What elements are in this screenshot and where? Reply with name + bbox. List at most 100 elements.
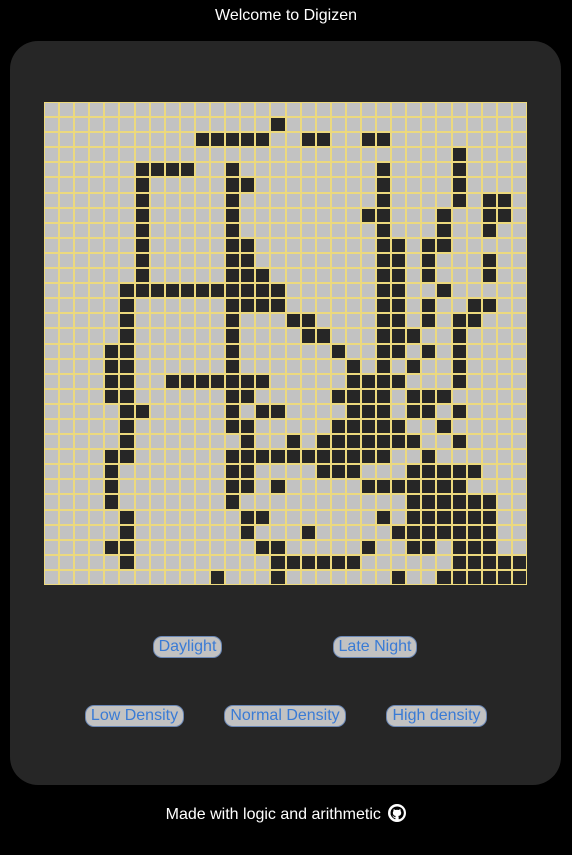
- dead-cell[interactable]: [105, 193, 119, 207]
- dead-cell[interactable]: [286, 495, 300, 509]
- dead-cell[interactable]: [512, 465, 526, 479]
- live-cell[interactable]: [452, 344, 466, 358]
- dead-cell[interactable]: [437, 103, 451, 117]
- dead-cell[interactable]: [60, 495, 74, 509]
- dead-cell[interactable]: [286, 133, 300, 147]
- dead-cell[interactable]: [482, 103, 496, 117]
- live-cell[interactable]: [377, 253, 391, 268]
- live-cell[interactable]: [331, 435, 345, 449]
- live-cell[interactable]: [467, 465, 481, 479]
- dead-cell[interactable]: [195, 359, 210, 373]
- dead-cell[interactable]: [271, 223, 285, 237]
- dead-cell[interactable]: [437, 253, 451, 268]
- dead-cell[interactable]: [180, 178, 194, 192]
- dead-cell[interactable]: [331, 314, 345, 328]
- dead-cell[interactable]: [301, 163, 315, 177]
- live-cell[interactable]: [422, 269, 436, 283]
- dead-cell[interactable]: [467, 435, 481, 449]
- live-cell[interactable]: [331, 465, 345, 479]
- dead-cell[interactable]: [241, 329, 255, 343]
- dead-cell[interactable]: [211, 269, 225, 283]
- live-cell[interactable]: [241, 253, 255, 268]
- dead-cell[interactable]: [195, 314, 210, 328]
- live-cell[interactable]: [135, 163, 149, 177]
- dead-cell[interactable]: [392, 510, 406, 524]
- dead-cell[interactable]: [45, 389, 59, 403]
- dead-cell[interactable]: [331, 540, 345, 554]
- live-cell[interactable]: [422, 344, 436, 358]
- live-cell[interactable]: [120, 435, 134, 449]
- dead-cell[interactable]: [241, 193, 255, 207]
- dead-cell[interactable]: [452, 419, 466, 434]
- live-cell[interactable]: [120, 510, 134, 524]
- dead-cell[interactable]: [346, 299, 360, 313]
- dead-cell[interactable]: [211, 103, 225, 117]
- live-cell[interactable]: [422, 525, 436, 539]
- live-cell[interactable]: [105, 465, 119, 479]
- live-cell[interactable]: [346, 465, 360, 479]
- dead-cell[interactable]: [497, 450, 511, 464]
- dead-cell[interactable]: [437, 435, 451, 449]
- live-cell[interactable]: [452, 540, 466, 554]
- dead-cell[interactable]: [346, 525, 360, 539]
- dead-cell[interactable]: [45, 148, 59, 162]
- dead-cell[interactable]: [60, 148, 74, 162]
- dead-cell[interactable]: [105, 314, 119, 328]
- dead-cell[interactable]: [482, 450, 496, 464]
- dead-cell[interactable]: [150, 118, 164, 132]
- dead-cell[interactable]: [211, 419, 225, 434]
- dead-cell[interactable]: [467, 344, 481, 358]
- dead-cell[interactable]: [180, 269, 194, 283]
- dead-cell[interactable]: [165, 344, 179, 358]
- dead-cell[interactable]: [301, 193, 315, 207]
- dead-cell[interactable]: [346, 495, 360, 509]
- dead-cell[interactable]: [135, 314, 149, 328]
- live-cell[interactable]: [452, 555, 466, 569]
- dead-cell[interactable]: [286, 374, 300, 388]
- dead-cell[interactable]: [165, 419, 179, 434]
- dead-cell[interactable]: [422, 133, 436, 147]
- dead-cell[interactable]: [316, 148, 330, 162]
- live-cell[interactable]: [346, 404, 360, 418]
- dead-cell[interactable]: [150, 374, 164, 388]
- dead-cell[interactable]: [165, 103, 179, 117]
- dead-cell[interactable]: [211, 389, 225, 403]
- dead-cell[interactable]: [150, 555, 164, 569]
- dead-cell[interactable]: [361, 465, 376, 479]
- dead-cell[interactable]: [150, 435, 164, 449]
- dead-cell[interactable]: [45, 314, 59, 328]
- live-cell[interactable]: [241, 525, 255, 539]
- dead-cell[interactable]: [256, 253, 270, 268]
- dead-cell[interactable]: [90, 374, 104, 388]
- dead-cell[interactable]: [497, 389, 511, 403]
- dead-cell[interactable]: [392, 389, 406, 403]
- dead-cell[interactable]: [346, 510, 360, 524]
- dead-cell[interactable]: [135, 148, 149, 162]
- dead-cell[interactable]: [211, 540, 225, 554]
- live-cell[interactable]: [301, 329, 315, 343]
- dead-cell[interactable]: [256, 223, 270, 237]
- dead-cell[interactable]: [452, 133, 466, 147]
- dead-cell[interactable]: [512, 223, 526, 237]
- live-cell[interactable]: [150, 163, 164, 177]
- dead-cell[interactable]: [512, 525, 526, 539]
- dead-cell[interactable]: [211, 404, 225, 418]
- dead-cell[interactable]: [497, 299, 511, 313]
- live-cell[interactable]: [256, 540, 270, 554]
- live-cell[interactable]: [407, 480, 421, 494]
- live-cell[interactable]: [452, 495, 466, 509]
- dead-cell[interactable]: [120, 238, 134, 252]
- dead-cell[interactable]: [271, 465, 285, 479]
- dead-cell[interactable]: [331, 193, 345, 207]
- dead-cell[interactable]: [195, 450, 210, 464]
- dead-cell[interactable]: [467, 359, 481, 373]
- live-cell[interactable]: [241, 435, 255, 449]
- live-cell[interactable]: [256, 284, 270, 298]
- dead-cell[interactable]: [331, 253, 345, 268]
- live-cell[interactable]: [271, 540, 285, 554]
- dead-cell[interactable]: [482, 465, 496, 479]
- dead-cell[interactable]: [256, 118, 270, 132]
- dead-cell[interactable]: [120, 178, 134, 192]
- dead-cell[interactable]: [301, 284, 315, 298]
- dead-cell[interactable]: [165, 495, 179, 509]
